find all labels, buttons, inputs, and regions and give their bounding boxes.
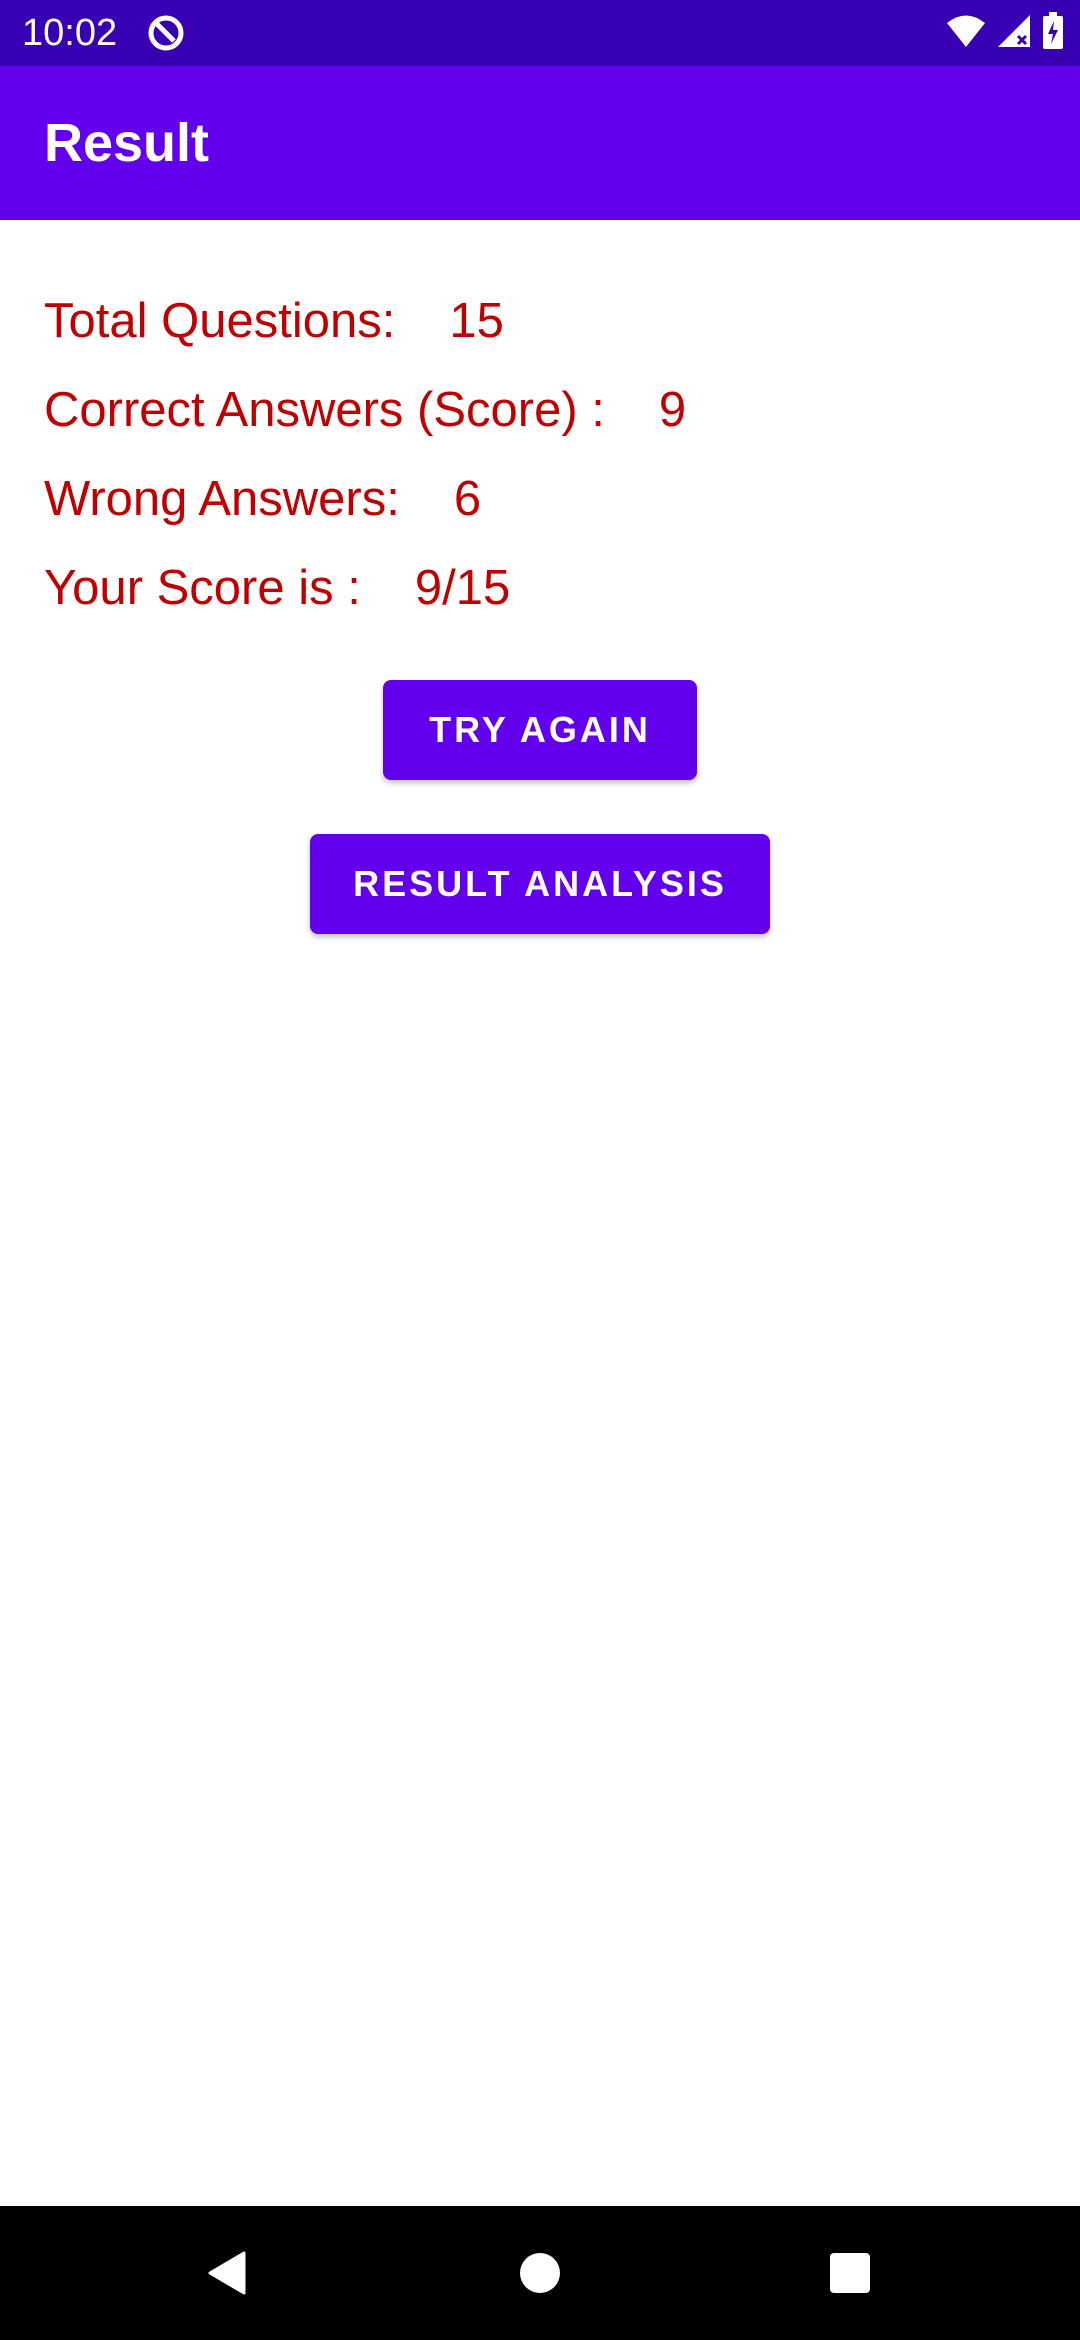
- total-questions-row: Total Questions: 15: [44, 288, 504, 354]
- home-icon[interactable]: [510, 2243, 570, 2303]
- recents-icon[interactable]: [820, 2243, 880, 2303]
- try-again-button[interactable]: TRY AGAIN: [383, 680, 697, 780]
- status-bar: 10:02: [0, 0, 1080, 66]
- wrong-answers-label: Wrong Answers:: [44, 472, 400, 526]
- correct-answers-row: Correct Answers (Score) : 9: [44, 377, 686, 443]
- signal-icon: [996, 14, 1032, 53]
- wifi-icon: [946, 14, 986, 53]
- page-title: Result: [44, 113, 210, 173]
- navigation-bar: [0, 2206, 1080, 2340]
- wrong-answers-row: Wrong Answers: 6: [44, 466, 481, 532]
- correct-answers-label: Correct Answers (Score) :: [44, 383, 605, 437]
- result-analysis-button[interactable]: RESULT ANALYSIS: [310, 834, 770, 934]
- score-row: Your Score is : 9/15: [44, 555, 510, 621]
- wrong-answers-value: 6: [453, 472, 482, 526]
- battery-charging-icon: [1042, 11, 1064, 55]
- score-label: Your Score is :: [44, 561, 361, 615]
- app-bar: Result: [0, 66, 1080, 220]
- status-icons: [946, 11, 1064, 55]
- result-screen: 10:02 Result Total Questions: 15 Correct…: [0, 0, 1080, 2340]
- status-time: 10:02: [22, 12, 118, 54]
- total-questions-value: 15: [449, 294, 504, 348]
- total-questions-label: Total Questions:: [44, 294, 396, 348]
- back-icon[interactable]: [196, 2243, 256, 2303]
- correct-answers-value: 9: [658, 383, 687, 437]
- app-notification-icon: [146, 13, 186, 53]
- score-value: 9/15: [414, 561, 511, 615]
